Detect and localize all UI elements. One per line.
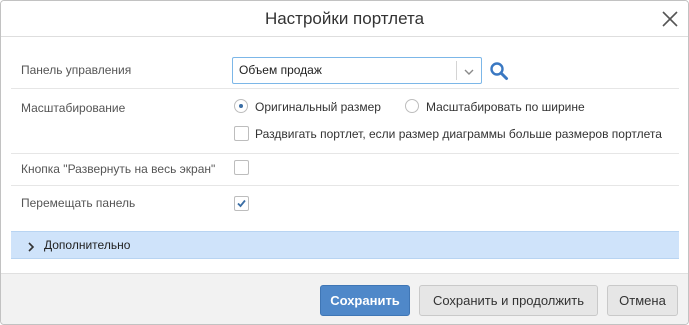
save-and-continue-button[interactable]: Сохранить и продолжить: [419, 285, 598, 316]
chevron-down-icon[interactable]: [463, 66, 475, 76]
advanced-section-header[interactable]: Дополнительно: [11, 231, 679, 259]
check-icon: [237, 199, 246, 208]
radio-fit-width-label: Масштабировать по ширине: [426, 100, 585, 114]
expand-portlet-label: Раздвигать портлет, если размер диаграмм…: [255, 127, 662, 141]
close-icon[interactable]: [660, 9, 680, 29]
move-panel-checkbox[interactable]: [234, 196, 249, 211]
search-icon[interactable]: [489, 61, 509, 81]
dialog-body: Панель управления Объем продаж Масштабир…: [1, 38, 688, 273]
dialog-titlebar: Настройки портлета: [1, 1, 688, 37]
radio-fit-width[interactable]: [405, 99, 419, 113]
save-button[interactable]: Сохранить: [320, 285, 410, 316]
chevron-right-icon: [27, 241, 35, 252]
radio-original-size[interactable]: [234, 99, 248, 113]
cancel-button[interactable]: Отмена: [607, 285, 678, 316]
fullscreen-label: Кнопка "Развернуть на весь экран": [21, 162, 216, 176]
move-panel-row: Перемещать панель: [11, 186, 679, 220]
panel-label: Панель управления: [21, 63, 132, 77]
dialog-footer: Сохранить Сохранить и продолжить Отмена: [1, 273, 688, 324]
expand-portlet-checkbox[interactable]: [234, 126, 249, 141]
scaling-row: Масштабирование: [11, 89, 679, 154]
select-separator: [456, 61, 457, 80]
dialog-title: Настройки портлета: [264, 9, 425, 28]
fullscreen-row: Кнопка "Развернуть на весь экран": [11, 154, 679, 186]
scaling-label: Масштабирование: [21, 101, 126, 115]
radio-original-size-label: Оригинальный размер: [255, 100, 381, 114]
fullscreen-checkbox[interactable]: [234, 160, 249, 175]
panel-select[interactable]: Объем продаж: [232, 57, 482, 84]
panel-select-value: Объем продаж: [239, 63, 322, 77]
portlet-settings-dialog: Настройки портлета Панель управления Объ…: [0, 0, 689, 325]
advanced-section-label: Дополнительно: [44, 238, 131, 252]
radio-selected-dot: [239, 104, 243, 108]
move-panel-label: Перемещать панель: [21, 196, 136, 210]
